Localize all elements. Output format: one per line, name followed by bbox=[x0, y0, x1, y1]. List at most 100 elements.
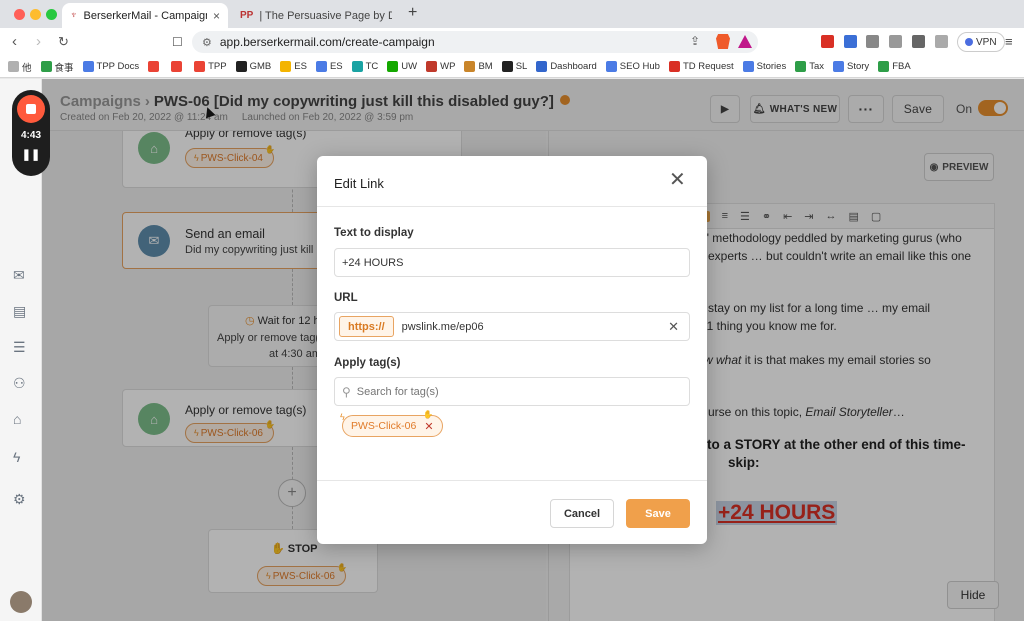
bookmark-favicon-icon bbox=[426, 61, 438, 72]
bookmark-favicon-icon bbox=[605, 61, 617, 72]
back-icon[interactable]: ‹ bbox=[12, 33, 17, 50]
text-to-display-input[interactable] bbox=[342, 256, 682, 269]
wallet-icon[interactable] bbox=[935, 35, 948, 48]
bookmark-item[interactable]: ES bbox=[315, 61, 343, 72]
share-icon[interactable]: ⇪ bbox=[690, 34, 700, 48]
bookmark-label: GMB bbox=[249, 61, 272, 72]
bookmark-item[interactable] bbox=[148, 61, 162, 72]
pp-favicon-icon: PP bbox=[240, 10, 254, 21]
bookmark-item[interactable]: 他 bbox=[8, 60, 32, 74]
bookmark-item[interactable]: 食事 bbox=[40, 60, 74, 74]
brave-shield-icon[interactable] bbox=[716, 34, 730, 49]
bookmark-icon[interactable]: ☐ bbox=[172, 35, 183, 49]
new-tab-icon[interactable]: + bbox=[408, 4, 417, 22]
protocol-selector[interactable]: https:// bbox=[339, 316, 394, 337]
tab-persuasive-page[interactable]: PP | The Persuasive Page by Daniel T bbox=[232, 3, 400, 28]
site-settings-icon[interactable]: ⚙ bbox=[202, 36, 212, 49]
bookmark-item[interactable]: TC bbox=[351, 61, 378, 72]
document-icon[interactable]: ▤ bbox=[13, 303, 26, 320]
pause-recording-button[interactable]: ❚❚ bbox=[12, 148, 50, 161]
lightning-icon[interactable]: ϟ bbox=[13, 449, 20, 465]
bookmark-favicon-icon bbox=[742, 61, 754, 72]
bookmark-label: TPP bbox=[208, 61, 227, 72]
stop-recording-button[interactable] bbox=[17, 95, 45, 123]
bookmark-item[interactable]: SL bbox=[501, 61, 527, 72]
forward-icon[interactable]: › bbox=[36, 33, 41, 50]
close-icon[interactable]: ✕ bbox=[669, 170, 686, 190]
reload-icon[interactable]: ↻ bbox=[58, 34, 69, 50]
close-window-button[interactable] bbox=[14, 9, 25, 20]
bookmark-label: FBA bbox=[892, 61, 911, 72]
tag-search-input[interactable] bbox=[356, 385, 682, 398]
extension-icon[interactable] bbox=[821, 35, 834, 48]
user-avatar[interactable] bbox=[10, 591, 32, 613]
sidebar-icon[interactable] bbox=[912, 35, 925, 48]
bookmark-item[interactable]: BM bbox=[464, 61, 493, 72]
bookmark-item[interactable]: Tax bbox=[795, 61, 824, 72]
bookmark-favicon-icon bbox=[194, 61, 206, 72]
bookmark-label: BM bbox=[478, 61, 493, 72]
maximize-window-button[interactable] bbox=[46, 9, 57, 20]
clear-url-icon[interactable]: ✕ bbox=[668, 319, 679, 335]
bookmark-favicon-icon bbox=[171, 61, 183, 72]
extension-icon[interactable] bbox=[844, 35, 857, 48]
brave-rewards-icon[interactable] bbox=[738, 35, 752, 48]
text-to-display-label: Text to display bbox=[334, 227, 414, 239]
bookmark-item[interactable]: TPP Docs bbox=[82, 61, 139, 72]
remove-tag-icon[interactable]: ✕ bbox=[424, 420, 433, 433]
bookmark-favicon-icon bbox=[536, 61, 548, 72]
bookmarks-bar: 他 食事 TPP Docs TPP GMB ES ES TC UW WP BM SL Dashboard… bbox=[0, 56, 1024, 78]
vpn-button[interactable]: VPN bbox=[957, 32, 1005, 52]
bookmark-item[interactable]: Dashboard bbox=[536, 61, 597, 72]
address-bar-row: ‹ › ↻ ☐ ⚙ app.berserkermail.com/create-c… bbox=[0, 28, 1024, 56]
bookmark-item[interactable]: UW bbox=[387, 61, 417, 72]
mail-icon[interactable]: ✉ bbox=[13, 267, 25, 284]
url-field[interactable]: https:// ✕ bbox=[334, 312, 690, 341]
bookmark-favicon-icon bbox=[40, 61, 52, 72]
bookmark-item[interactable]: SEO Hub bbox=[605, 61, 660, 72]
vpn-label: VPN bbox=[976, 36, 997, 48]
bookmark-item[interactable]: FBA bbox=[878, 61, 911, 72]
puzzle-icon[interactable] bbox=[889, 35, 902, 48]
camera-extension-icon[interactable] bbox=[866, 35, 879, 48]
bookmark-item[interactable]: WP bbox=[426, 61, 455, 72]
url-text: app.berserkermail.com/create-campaign bbox=[219, 35, 435, 49]
list-icon[interactable]: ☰ bbox=[13, 339, 26, 356]
bookmark-item[interactable]: Stories bbox=[742, 61, 786, 72]
cancel-button[interactable]: Cancel bbox=[550, 499, 614, 528]
text-to-display-field[interactable] bbox=[334, 248, 690, 277]
bookmark-label: Tax bbox=[809, 61, 824, 72]
close-tab-icon[interactable]: × bbox=[213, 9, 220, 23]
bookmark-favicon-icon bbox=[82, 61, 94, 72]
dialog-header: Edit Link ✕ bbox=[317, 156, 707, 207]
bookmark-item[interactable]: ES bbox=[280, 61, 307, 72]
selected-tag-pill[interactable]: ϟ PWS-Click-06 ✕ ✋ bbox=[340, 410, 443, 437]
bookmark-label: UW bbox=[401, 61, 418, 72]
url-input[interactable] bbox=[401, 320, 682, 333]
settings-gear-icon[interactable]: ⚙ bbox=[13, 491, 26, 508]
apply-tags-label: Apply tag(s) bbox=[334, 357, 401, 369]
bookmark-label: WP bbox=[440, 61, 456, 72]
bookmark-item[interactable]: Story bbox=[833, 61, 869, 72]
edit-link-dialog: Edit Link ✕ Text to display URL https://… bbox=[317, 156, 707, 544]
bookmark-label: ES bbox=[329, 61, 343, 72]
hand-icon: ✋ bbox=[423, 410, 433, 419]
minimize-window-button[interactable] bbox=[30, 9, 41, 20]
url-label: URL bbox=[334, 292, 358, 304]
tab-berserkermail[interactable]: ♆ BerserkerMail - Campaign × bbox=[62, 3, 228, 28]
tag-search-field[interactable]: ⚲ bbox=[334, 377, 690, 406]
bookmark-favicon-icon bbox=[8, 61, 19, 72]
bookmark-favicon-icon bbox=[280, 61, 292, 72]
save-button[interactable]: Save bbox=[626, 499, 690, 528]
lightning-icon: ϟ bbox=[340, 412, 345, 422]
bookmark-item[interactable]: TPP bbox=[194, 61, 227, 72]
bookmark-label: SEO Hub bbox=[619, 61, 660, 72]
contacts-icon[interactable]: ⚇ bbox=[13, 375, 26, 392]
bookmark-favicon-icon bbox=[387, 61, 399, 72]
bookmark-item[interactable]: GMB bbox=[235, 61, 272, 72]
url-bar[interactable]: ⚙ app.berserkermail.com/create-campaign … bbox=[192, 31, 758, 53]
bookmark-item[interactable]: TD Request bbox=[668, 61, 734, 72]
bookmark-item[interactable] bbox=[171, 61, 185, 72]
browser-menu-icon[interactable]: ≡ bbox=[1005, 34, 1013, 49]
tag-icon[interactable]: ⌂ bbox=[13, 411, 21, 427]
